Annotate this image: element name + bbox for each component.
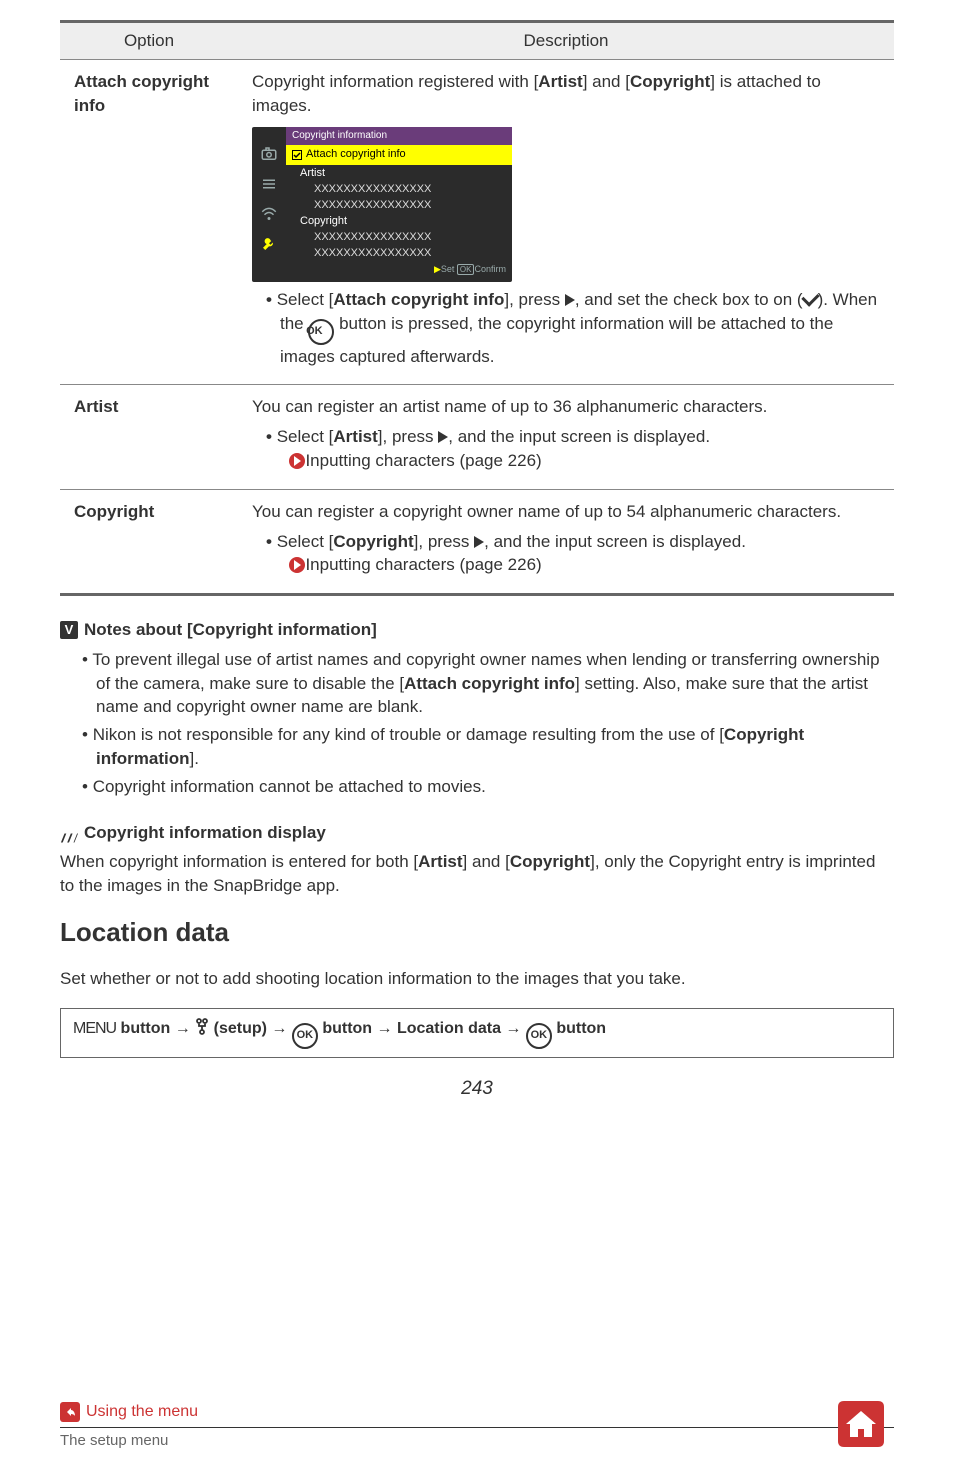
panel-footer: ▶Set OKConfirm <box>286 261 512 278</box>
ok-icon: OK <box>308 319 334 345</box>
home-icon[interactable] <box>828 1391 894 1457</box>
right-arrow-icon <box>438 431 448 443</box>
link-icon <box>289 557 305 573</box>
right-arrow-icon <box>565 294 575 306</box>
wireless-icon <box>260 205 278 223</box>
options-table: Option Description Attach copyright info… <box>60 20 894 596</box>
menu-text: MENU <box>73 1020 116 1037</box>
wrench-icon <box>260 235 278 253</box>
row-attach-desc: Copyright information registered with [A… <box>238 59 894 385</box>
panel-title: Copyright information <box>286 127 512 145</box>
note-item: Nikon is not responsible for any kind of… <box>82 723 894 771</box>
location-p: Set whether or not to add shooting locat… <box>60 967 894 991</box>
edit-icon <box>60 827 78 839</box>
artist-bullet: Select [Artist], press , and the input s… <box>266 425 880 473</box>
row-copyright-label: Copyright <box>60 489 238 594</box>
th-option: Option <box>60 22 238 60</box>
panel-highlight: Attach copyright info <box>286 145 512 164</box>
camera-icon <box>260 145 278 163</box>
page-number: 243 <box>60 1076 894 1103</box>
link-inputting[interactable]: Inputting characters (page 226) <box>305 451 541 470</box>
link-icon <box>289 453 305 469</box>
row-attach-label: Attach copyright info <box>60 59 238 385</box>
setup-icon <box>195 1017 209 1042</box>
check-icon <box>801 288 819 306</box>
ok-icon: OK <box>526 1023 552 1049</box>
copyright-bullet: Select [Copyright], press , and the inpu… <box>266 530 880 578</box>
row-artist-desc: You can register an artist name of up to… <box>238 385 894 489</box>
notes-heading: VNotes about [Copyright information] <box>60 618 894 642</box>
attach-bullet: Select [Attach copyright info], press , … <box>266 288 880 369</box>
th-desc: Description <box>238 22 894 60</box>
settings-icon <box>260 175 278 193</box>
note-item: To prevent illegal use of artist names a… <box>82 648 894 719</box>
ok-icon: OK <box>292 1023 318 1049</box>
footer-sub: The setup menu <box>60 1427 894 1451</box>
location-heading: Location data <box>60 914 894 950</box>
display-p: When copyright information is entered fo… <box>60 850 894 898</box>
row-artist-label: Artist <box>60 385 238 489</box>
note-item: Copyright information cannot be attached… <box>82 775 894 799</box>
back-link[interactable]: Using the menu <box>60 1401 198 1423</box>
display-heading: Copyright information display <box>60 821 894 845</box>
right-arrow-icon <box>474 536 484 548</box>
link-inputting[interactable]: Inputting characters (page 226) <box>305 555 541 574</box>
note-badge-icon: V <box>60 621 78 639</box>
row-copyright-desc: You can register a copyright owner name … <box>238 489 894 594</box>
menu-path: MENU button → (setup) → OK button → Loca… <box>60 1008 894 1058</box>
back-icon <box>60 1402 80 1422</box>
camera-ui-preview: Copyright information Attach copyright i… <box>252 127 512 281</box>
